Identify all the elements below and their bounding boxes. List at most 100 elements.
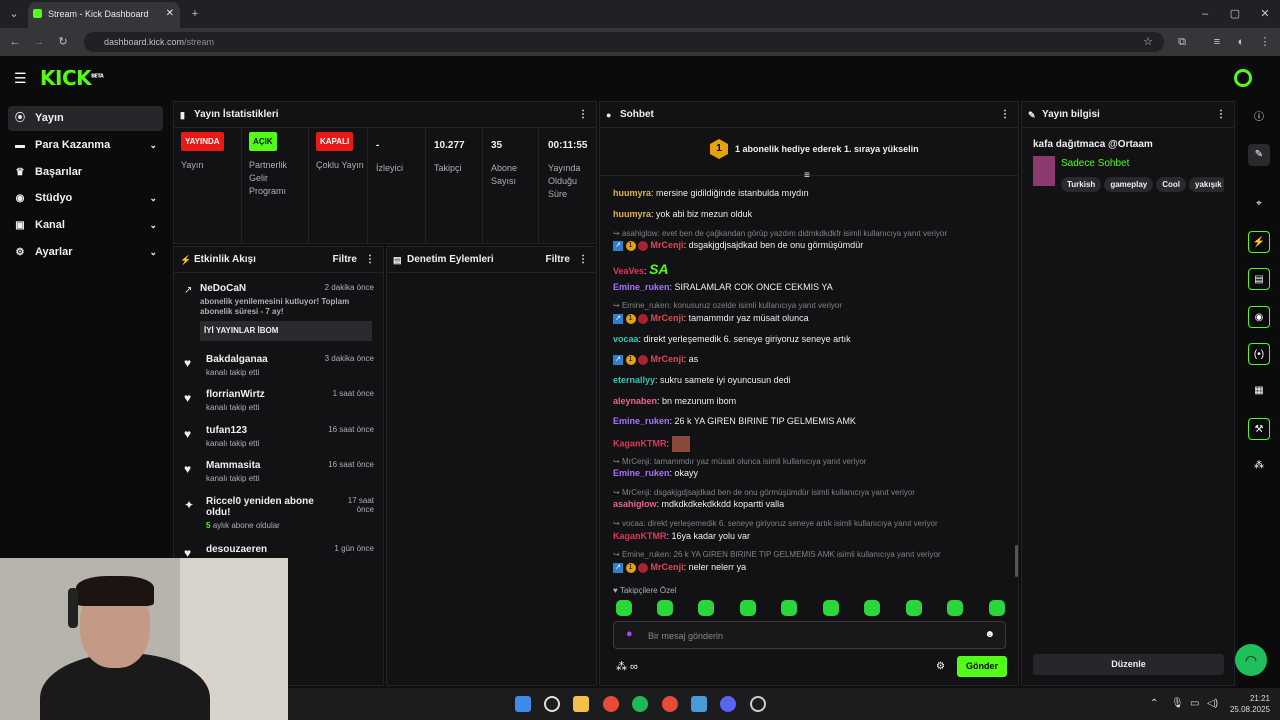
bolt-icon[interactable]: ⚡ [1248,231,1270,253]
activity-filter-button[interactable]: Filtre [333,247,357,273]
tray-chevron-icon[interactable]: ⌃ [1150,698,1158,709]
broadcast-icon[interactable]: (•) [1248,343,1270,365]
chat-username[interactable]: huumyra [613,188,651,198]
forward-icon[interactable]: → [32,35,46,49]
chat-scrollbar[interactable] [1015,545,1018,577]
chat-username[interactable]: MrCenji [651,240,684,250]
clock[interactable]: 21:21 25.08.2025 [1228,693,1270,715]
category-link[interactable]: Sadece Sohbet [1061,158,1129,169]
chat-username[interactable]: Emine_ruken [613,416,670,426]
emote-button[interactable] [864,600,880,616]
profile-icon[interactable]: ◐ [1234,35,1248,49]
sidebar-item-studyo[interactable]: ◉ Stüdyo ⌄ [8,186,163,211]
browser-tab[interactable]: Stream - Kick Dashboard ✕ [28,2,180,28]
more-options-icon[interactable]: ⋮ [578,102,588,128]
tag[interactable]: gameplay [1104,177,1154,192]
document-icon[interactable]: ▤ [1248,268,1270,290]
info-icon[interactable]: ⓘ [1248,107,1270,129]
volume-icon[interactable]: ◁) [1207,698,1218,709]
emote-button[interactable] [823,600,839,616]
chat-username[interactable]: MrCenji [651,562,684,572]
chat-username[interactable]: Emine_ruken [613,468,670,478]
discord-icon[interactable] [720,696,736,712]
more-options-icon[interactable]: ⋮ [1216,102,1226,128]
back-icon[interactable]: ← [8,35,22,49]
expand-icon[interactable]: ≡ [804,170,810,181]
wrench-icon[interactable]: ⚒ [1248,418,1270,440]
emote-button[interactable] [698,600,714,616]
sidebar-item-ayarlar[interactable]: ⚙ Ayarlar ⌄ [8,240,163,265]
network-icon[interactable]: ▭ [1190,698,1199,709]
microphone-icon[interactable]: ● [626,628,633,640]
emoji-icon[interactable]: ☻ [984,629,995,640]
emote-button[interactable] [947,600,963,616]
send-button[interactable]: Gönder [957,656,1007,677]
more-options-icon[interactable]: ⋮ [1000,102,1010,128]
chat-username[interactable]: asahiglow [613,499,657,509]
gear-icon[interactable]: ⚙ [936,661,945,672]
reading-list-icon[interactable]: ≡ [1210,35,1224,49]
tab-search-icon[interactable]: ⌄ [7,7,21,21]
chat-input[interactable]: ● Bir mesaj gönderin ☻ [613,621,1006,649]
emote-button[interactable] [781,600,797,616]
file-explorer-icon[interactable] [573,696,589,712]
microphone-icon[interactable]: 🎙 [1171,698,1184,709]
chat-username[interactable]: MrCenji [651,313,684,323]
chrome-icon[interactable] [603,696,619,712]
more-options-icon[interactable]: ⋮ [365,247,375,273]
emote-button[interactable] [657,600,673,616]
bookmark-star-icon[interactable]: ☆ [1141,35,1155,49]
reload-icon[interactable]: ↻ [56,35,70,49]
emote-button[interactable] [616,600,632,616]
chrome-profile-icon[interactable] [662,696,678,712]
emote-button[interactable] [740,600,756,616]
search-icon[interactable] [544,696,560,712]
sidebar-item-para-kazanma[interactable]: ▬ Para Kazanma ⌄ [8,133,163,158]
hamburger-menu-icon[interactable]: ☰ [14,70,27,87]
kick-logo[interactable]: KICKBETA [40,66,104,90]
browser-menu-icon[interactable]: ⋮ [1258,35,1272,49]
sidebar-item-yayin[interactable]: ⦿ Yayın [8,106,163,131]
new-tab-icon[interactable]: + [188,7,202,21]
extensions-icon[interactable]: ⧉ [1175,35,1189,49]
chat-username[interactable]: vocaa [613,334,639,344]
sidebar-item-kanal[interactable]: ▣ Kanal ⌄ [8,213,163,238]
event-time: 3 dakika önce [324,354,374,363]
community-icon[interactable]: ⁂ ∞ [616,660,638,673]
chat-username[interactable]: VeaVes [613,266,644,276]
chat-username[interactable]: KaganKTMR [613,531,667,541]
chat-username[interactable]: MrCenji [651,354,684,364]
target-icon[interactable]: ⌖ [1248,193,1270,215]
windows-start-icon[interactable] [515,696,531,712]
tag[interactable]: yakışık [1189,177,1224,192]
sidebar-item-basarilar[interactable]: ♛ Başarılar [8,160,163,185]
tag[interactable]: Turkish [1061,177,1102,192]
minimize-icon[interactable]: – [1198,7,1212,21]
spotify-icon[interactable] [632,696,648,712]
url-input[interactable]: dashboard.kick.com/stream [84,32,1164,52]
more-options-icon[interactable]: ⋮ [578,247,588,273]
tag[interactable]: Cool [1156,177,1186,192]
chat-username[interactable]: eternallyy [613,375,655,385]
edit-icon[interactable]: ✎ [1248,144,1270,166]
emote-button[interactable] [989,600,1005,616]
support-headset-icon[interactable]: ◠ [1235,644,1267,676]
chat-username[interactable]: Emine_ruken [613,282,670,292]
chat-username[interactable]: KaganKTMR [613,438,667,448]
emote-button[interactable] [906,600,922,616]
obs-icon[interactable] [750,696,766,712]
chat-bubble-icon[interactable]: ◉ [1248,306,1270,328]
close-tab-icon[interactable]: ✕ [166,2,174,26]
user-avatar-icon[interactable] [1234,69,1252,87]
moderation-filter-button[interactable]: Filtre [546,247,570,273]
gift-goal-banner[interactable]: 1 1 abonelik hediye ederek 1. sıraya yük… [600,128,1018,176]
maximize-icon[interactable]: ▢ [1228,7,1242,21]
close-window-icon[interactable]: ✕ [1258,7,1272,21]
layout-icon[interactable]: ▦ [1248,380,1270,402]
community-icon[interactable]: ⁂ [1248,455,1270,477]
edit-button[interactable]: Düzenle [1033,654,1224,675]
chevron-down-icon: ⌄ [149,193,157,203]
chat-username[interactable]: aleynaben [613,396,657,406]
steam-icon[interactable] [691,696,707,712]
chat-username[interactable]: huumyra [613,209,651,219]
